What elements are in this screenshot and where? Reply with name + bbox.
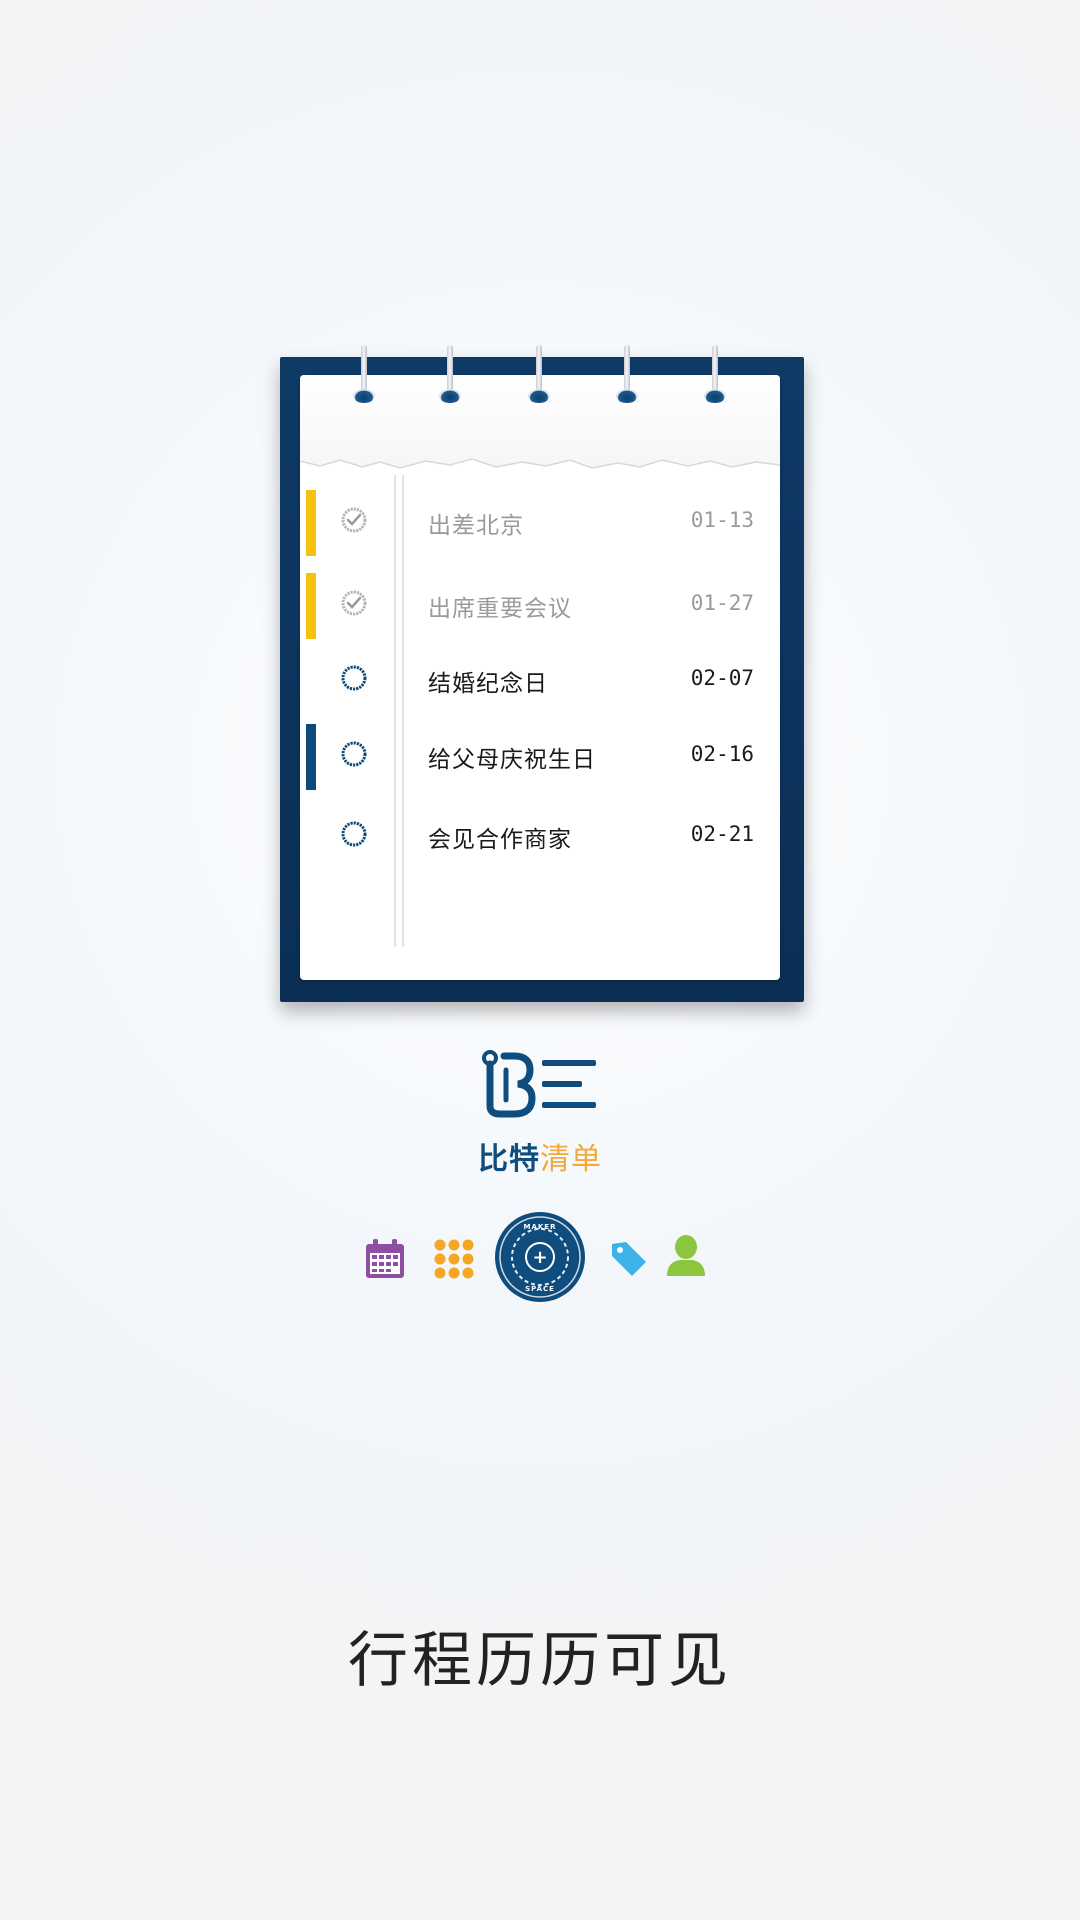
feature-icon-row: + MAKER SPACE <box>360 1210 720 1310</box>
task-row[interactable]: 出差北京 01-13 <box>300 490 780 556</box>
task-title: 出席重要会议 <box>428 596 572 622</box>
task-date: 02-21 <box>690 822 754 846</box>
tagline: 行程历历可见 <box>348 1626 732 1696</box>
task-date: 02-07 <box>690 666 754 690</box>
user-icon[interactable] <box>666 1234 706 1278</box>
task-title: 会见合作商家 <box>428 827 572 853</box>
brand-name-part1: 比特 <box>478 1142 540 1177</box>
task-flag <box>306 490 316 556</box>
notebook-card: 出差北京 01-13 出席重要会议 01-27 结婚纪念日 02-07 给父母庆… <box>280 345 804 1002</box>
task-row[interactable]: 会见合作商家 02-21 <box>300 804 780 870</box>
task-date: 01-13 <box>690 508 754 532</box>
check-circle-icon[interactable] <box>340 506 368 534</box>
app-logo-icon <box>482 1050 596 1118</box>
empty-circle-icon[interactable] <box>340 820 368 848</box>
task-flag <box>306 724 316 790</box>
task-title: 出差北京 <box>428 513 524 539</box>
empty-circle-icon[interactable] <box>340 740 368 768</box>
grid-icon[interactable] <box>434 1238 474 1280</box>
task-flag <box>306 804 316 870</box>
task-list: 出差北京 01-13 出席重要会议 01-27 结婚纪念日 02-07 给父母庆… <box>300 357 780 1002</box>
brand-name: 比特清单 <box>478 1134 602 1178</box>
task-date: 01-27 <box>690 591 754 615</box>
task-flag <box>306 648 316 714</box>
badge-symbol: + <box>532 1247 547 1268</box>
task-row[interactable]: 出席重要会议 01-27 <box>300 573 780 639</box>
task-title: 给父母庆祝生日 <box>428 747 596 773</box>
task-date: 02-16 <box>690 742 754 766</box>
badge-top-text: MAKER <box>524 1223 557 1231</box>
task-title: 结婚纪念日 <box>428 671 548 697</box>
empty-circle-icon[interactable] <box>340 664 368 692</box>
calendar-icon[interactable] <box>364 1238 406 1280</box>
maker-space-badge-icon[interactable]: + MAKER SPACE <box>494 1211 586 1303</box>
task-row[interactable]: 给父母庆祝生日 02-16 <box>300 724 780 790</box>
brand-name-part2: 清单 <box>540 1142 602 1177</box>
task-flag <box>306 573 316 639</box>
check-circle-icon[interactable] <box>340 589 368 617</box>
badge-bottom-text: SPACE <box>525 1285 555 1293</box>
tag-icon[interactable] <box>610 1240 648 1278</box>
task-row[interactable]: 结婚纪念日 02-07 <box>300 648 780 714</box>
